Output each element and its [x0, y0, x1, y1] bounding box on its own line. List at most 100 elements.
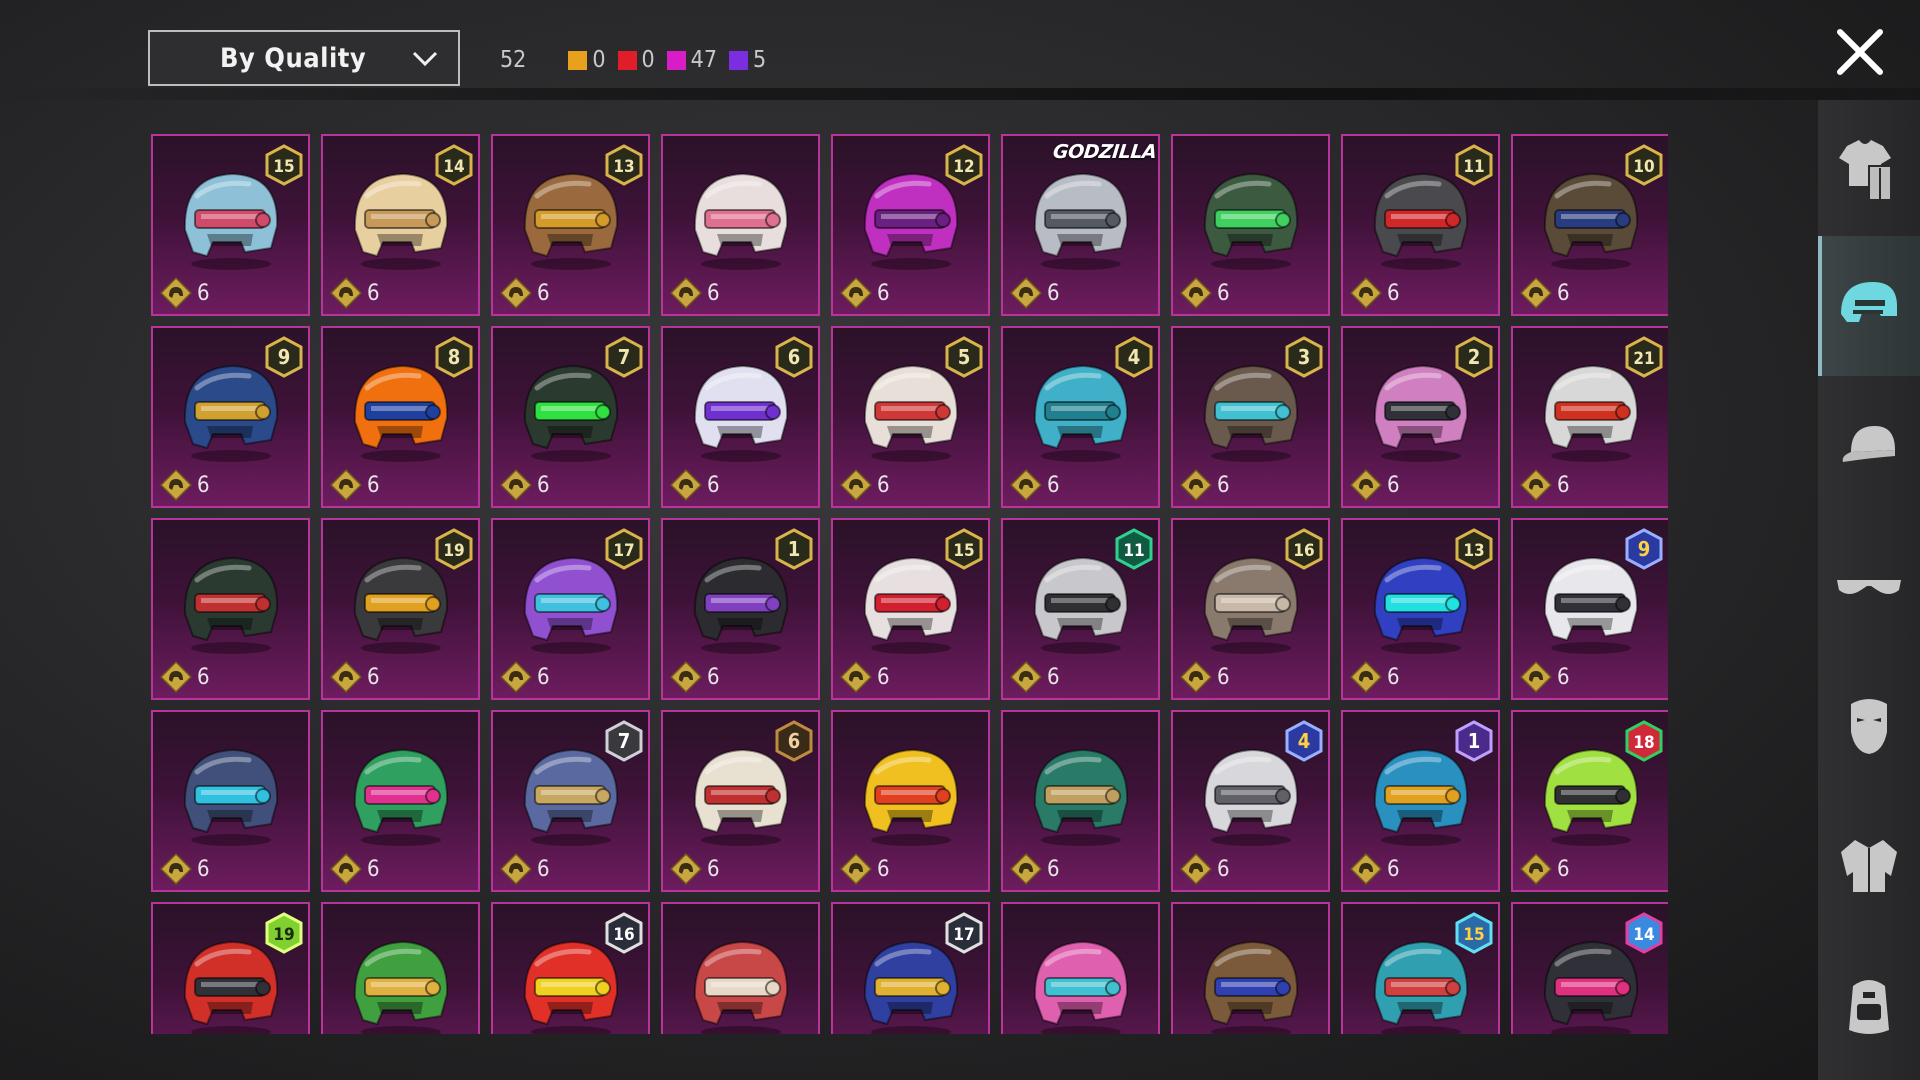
durability-value: 6: [197, 280, 210, 306]
sort-dropdown[interactable]: By Quality: [148, 30, 460, 86]
helmet-item-card[interactable]: 13 6: [1341, 518, 1500, 700]
durability-value: 6: [1047, 280, 1060, 306]
helmet-item-card[interactable]: 46: [1171, 710, 1330, 892]
quality-count-pink: 47: [666, 47, 717, 73]
helmet-item-card[interactable]: 6: [831, 710, 990, 892]
level-badge: 6: [775, 336, 813, 378]
helmet-item-card[interactable]: 166: [1171, 518, 1330, 700]
durability: 6: [839, 852, 890, 886]
durability-value: 6: [1047, 664, 1060, 690]
tab-cap[interactable]: [1818, 376, 1920, 516]
helmet-item-card[interactable]: 12 6: [831, 134, 990, 316]
tab-jacket[interactable]: [1818, 796, 1920, 936]
quality-swatch-red: [617, 50, 637, 70]
level-badge-number: 12: [953, 157, 974, 177]
helmet-item-card[interactable]: 36: [1171, 326, 1330, 508]
durability-value: 6: [1557, 664, 1570, 690]
franchise-badge: GODZILLA: [1051, 141, 1158, 163]
durability: 6: [159, 660, 210, 694]
durability: 6: [1519, 468, 1570, 502]
level-badge: 19: [265, 912, 303, 954]
helmet-item-card[interactable]: 16: [1341, 710, 1500, 892]
level-badge-number: 18: [1633, 733, 1654, 753]
helmet-item-card[interactable]: 76: [491, 326, 650, 508]
durability-value: 6: [1217, 856, 1230, 882]
level-badge: 2: [1455, 336, 1493, 378]
helmet-item-card[interactable]: 146: [321, 134, 480, 316]
helmet-item-card[interactable]: 6: [151, 710, 310, 892]
helmet-item-card[interactable]: 26: [1341, 326, 1500, 508]
helmet-item-card[interactable]: 11 6: [1001, 518, 1160, 700]
tab-glasses[interactable]: [1818, 516, 1920, 656]
helmet-item-card[interactable]: 13 6: [491, 134, 650, 316]
level-badge-number: 15: [953, 541, 974, 561]
level-badge-number: 5: [958, 345, 971, 369]
helmet-item-card[interactable]: 18 6: [1511, 710, 1668, 892]
tab-mask[interactable]: [1818, 656, 1920, 796]
helmet-item-card[interactable]: 196: [151, 902, 310, 1034]
helmet-item-card[interactable]: 6: [321, 710, 480, 892]
helmet-item-card[interactable]: 6: [1001, 902, 1160, 1034]
durability-value: 6: [707, 280, 720, 306]
helmet-item-card[interactable]: 6: [151, 518, 310, 700]
tab-outfit[interactable]: [1818, 100, 1920, 240]
durability-icon: [329, 852, 363, 886]
helmet-item-card[interactable]: 15 6: [151, 134, 310, 316]
helmet-item-card[interactable]: 21 6: [1511, 326, 1668, 508]
helmet-item-card[interactable]: 6: [661, 902, 820, 1034]
helmet-item-card[interactable]: 176: [831, 902, 990, 1034]
level-badge: 14: [435, 144, 473, 186]
helmet-item-card[interactable]: 146: [1511, 902, 1668, 1034]
level-badge-number: 13: [1463, 541, 1484, 561]
durability-value: 6: [707, 856, 720, 882]
helmet-item-card[interactable]: 16: [661, 518, 820, 700]
helmet-icon: [693, 172, 789, 270]
quality-count-value: 0: [592, 47, 606, 73]
level-badge-number: 15: [273, 157, 294, 177]
helmet-item-card[interactable]: 11 6: [1341, 134, 1500, 316]
tab-backpack[interactable]: [1818, 936, 1920, 1076]
helmet-item-card[interactable]: 6: [1171, 134, 1330, 316]
helmet-item-card[interactable]: 96: [1511, 518, 1668, 700]
helmet-item-card[interactable]: 6: [1171, 902, 1330, 1034]
level-badge-number: 4: [1128, 345, 1141, 369]
helmet-item-card[interactable]: 176: [491, 518, 650, 700]
level-badge-number: 19: [443, 541, 464, 561]
helmet-item-card[interactable]: 6: [321, 902, 480, 1034]
level-badge: 12: [945, 144, 983, 186]
helmet-item-card[interactable]: 66: [661, 710, 820, 892]
durability-icon: [1009, 660, 1043, 694]
helmet-item-card[interactable]: 196: [321, 518, 480, 700]
helmet-item-card[interactable]: 10 6: [1511, 134, 1668, 316]
helmet-item-card[interactable]: 6: [661, 134, 820, 316]
helmet-item-card[interactable]: GODZILLA 6: [1001, 134, 1160, 316]
durability-icon: [499, 468, 533, 502]
helmet-item-card[interactable]: 96: [151, 326, 310, 508]
durability-icon: [1179, 660, 1213, 694]
helmet-icon: [1033, 748, 1129, 846]
durability: 6: [1179, 852, 1230, 886]
helmet-item-card[interactable]: 66: [661, 326, 820, 508]
helmet-item-card[interactable]: 76: [491, 710, 650, 892]
durability: 6: [1349, 660, 1400, 694]
helmet-item-card[interactable]: 46: [1001, 326, 1160, 508]
level-badge: 3: [1285, 336, 1323, 378]
helmet-item-card[interactable]: 156: [831, 518, 990, 700]
close-icon[interactable]: [1832, 24, 1888, 80]
durability-icon: [839, 852, 873, 886]
level-badge-number: 9: [278, 345, 291, 369]
level-badge: 15: [1455, 912, 1493, 954]
durability-icon: [1519, 276, 1553, 310]
durability: 6: [159, 852, 210, 886]
helmet-item-card[interactable]: 56: [831, 326, 990, 508]
durability-value: 6: [197, 856, 210, 882]
helmet-grid: 15 6 14 6 13 6 6 12 6 GODZILLA 6 6 11 6 10 6 9 6 8 6 7 6 6 6 5 6 4…: [151, 134, 1668, 1034]
durability: 6: [1349, 276, 1400, 310]
durability: 6: [1179, 276, 1230, 310]
helmet-item-card[interactable]: 6: [1001, 710, 1160, 892]
helmet-item-card[interactable]: 166: [491, 902, 650, 1034]
helmet-item-card[interactable]: 86: [321, 326, 480, 508]
helmet-icon: [1203, 172, 1299, 270]
tab-helmet[interactable]: [1818, 236, 1920, 376]
helmet-item-card[interactable]: 156: [1341, 902, 1500, 1034]
